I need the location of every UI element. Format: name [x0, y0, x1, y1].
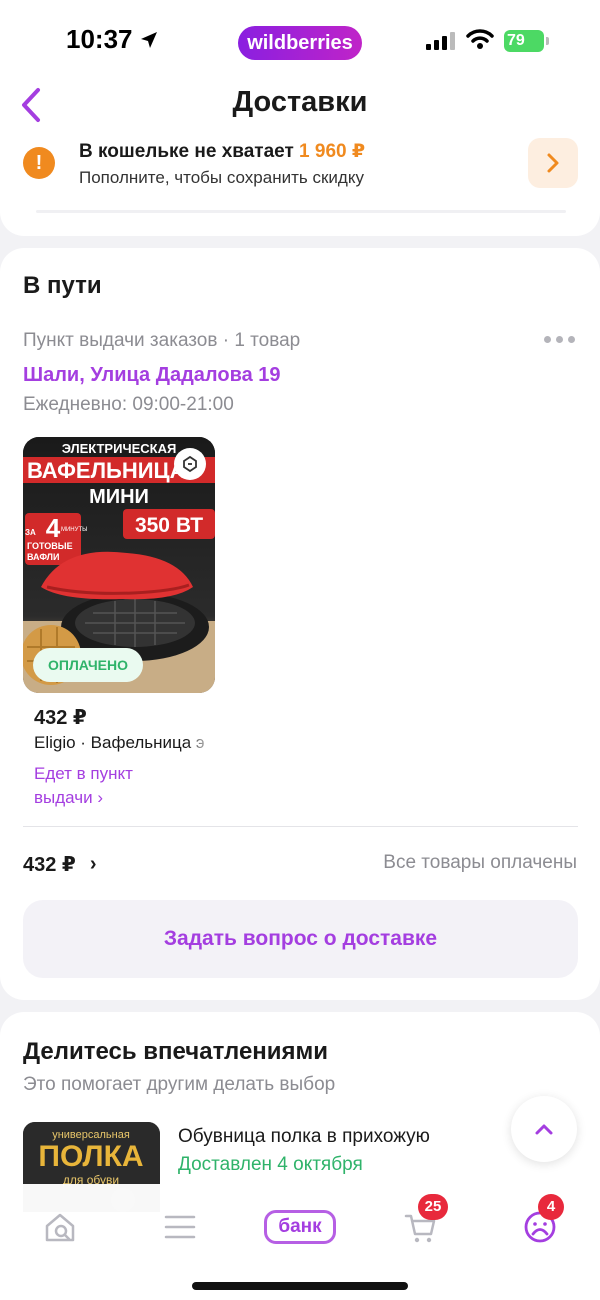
clock-time: 10:37 — [66, 24, 133, 54]
wifi-icon — [466, 28, 494, 55]
clock: 10:37 — [66, 24, 159, 55]
product-price: 432 ₽ — [34, 707, 87, 729]
product-name[interactable]: Eligio · Вафельница э — [34, 733, 214, 753]
section-title: Делитесь впечатлениями — [23, 1038, 329, 1065]
image-power-text: 350 ВТ — [135, 514, 203, 537]
battery-icon: 79 — [504, 30, 544, 52]
wallet-title: В кошельке не хватает 1 960 ₽ — [79, 140, 365, 163]
location-arrow-icon — [139, 30, 159, 50]
home-indicator[interactable] — [192, 1282, 408, 1290]
order-total: 432 ₽ — [23, 854, 76, 876]
image-text-line3: МИНИ — [89, 486, 149, 508]
battery-nub — [546, 37, 549, 45]
payment-status-text: Все товары оплачены — [383, 852, 577, 873]
menu-icon — [164, 1215, 196, 1239]
more-options-icon[interactable] — [544, 336, 575, 343]
image-side-d: ВАФЛИ — [27, 552, 59, 562]
ask-delivery-question-button[interactable]: Задать вопрос о доставке — [23, 900, 578, 978]
delivered-item-status: Доставлен 4 октября — [178, 1154, 363, 1175]
image-text-line2: ВАФЕЛЬНИЦА — [27, 458, 186, 483]
chevron-right-icon — [547, 153, 559, 173]
image-side-a: ЗА — [25, 528, 36, 537]
tab-home[interactable] — [30, 1202, 90, 1252]
thumb-text-line2: ПОЛКА — [38, 1140, 143, 1173]
cart-count-badge: 25 — [418, 1194, 448, 1220]
delivered-item-name[interactable]: Обувница полка в прихожую — [178, 1126, 430, 1148]
image-side-b: МИНУТЫ — [61, 527, 87, 533]
wallet-banner[interactable]: ! В кошельке не хватает 1 960 ₽ Пополнит… — [0, 130, 600, 236]
divider — [23, 826, 578, 827]
scroll-to-top-button[interactable] — [511, 1096, 577, 1162]
paid-status-badge: ОПЛАЧЕНО — [33, 648, 143, 682]
exclamation-icon: ! — [23, 147, 55, 179]
product-delivery-status-link[interactable]: Едет в пункт выдачи › — [34, 762, 184, 810]
pickup-hours: Ежедневно: 09:00-21:00 — [23, 394, 234, 415]
home-search-icon — [45, 1213, 75, 1242]
wallet-subtitle: Пополните, чтобы сохранить скидку — [79, 168, 364, 187]
divider — [36, 210, 566, 213]
image-number: 4 — [46, 513, 61, 543]
app-indicator-pill[interactable]: wildberries — [238, 26, 362, 60]
chevron-right-icon: › — [89, 853, 97, 875]
battery-level: 79 — [507, 32, 525, 49]
bank-label: банк — [264, 1210, 336, 1244]
tab-profile[interactable]: 4 — [510, 1194, 570, 1252]
pickup-address-link[interactable]: Шали, Улица Дадалова 19 — [23, 364, 281, 387]
page-title: Доставки — [232, 86, 368, 118]
in-transit-section: В пути Пункт выдачи заказов · 1 товар Ша… — [0, 248, 600, 1000]
header: Доставки — [0, 80, 600, 130]
order-total-link[interactable]: 432 ₽ › — [23, 852, 97, 877]
status-bar: 10:37 wildberries 79 — [0, 0, 600, 80]
return-exchange-icon[interactable] — [174, 448, 206, 480]
section-title: В пути — [23, 272, 102, 299]
image-side-c: ГОТОВЫЕ — [27, 541, 73, 551]
profile-notification-badge: 4 — [538, 1194, 564, 1220]
pickup-meta: Пункт выдачи заказов · 1 товар — [23, 330, 301, 351]
cellular-signal-icon — [426, 32, 455, 50]
image-text-line1: ЭЛЕКТРИЧЕСКАЯ — [62, 441, 177, 456]
tab-catalog[interactable] — [150, 1202, 210, 1252]
wallet-title-text: В кошельке не хватает — [79, 141, 294, 162]
tab-bank[interactable]: банк — [262, 1202, 338, 1252]
wallet-amount: 1 960 ₽ — [299, 141, 366, 162]
section-subtitle: Это помогает другим делать выбор — [23, 1074, 336, 1095]
chevron-up-icon — [535, 1124, 553, 1135]
tab-cart[interactable]: 25 — [390, 1194, 450, 1252]
feedback-section: Делитесь впечатлениями Это помогает друг… — [0, 1012, 600, 1212]
wallet-topup-button[interactable] — [528, 138, 578, 188]
